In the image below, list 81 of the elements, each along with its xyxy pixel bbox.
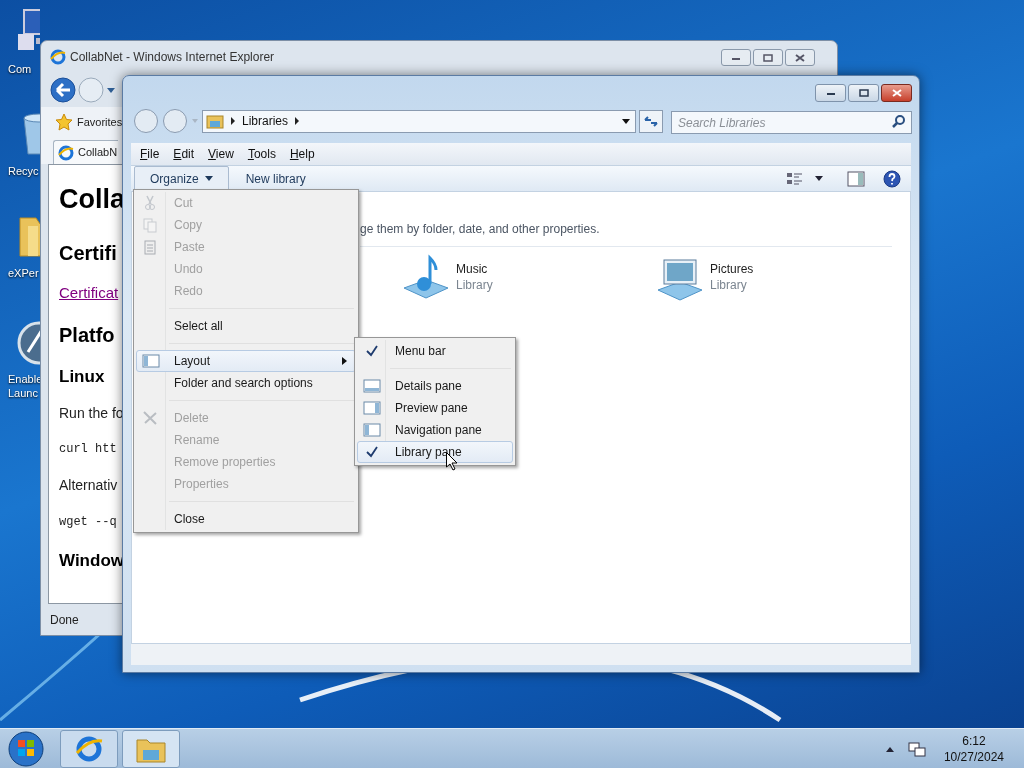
dropdown-arrow-icon[interactable] bbox=[815, 176, 823, 181]
menu-item[interactable]: Select all bbox=[136, 315, 356, 337]
icon-label: eXPer bbox=[8, 266, 39, 280]
details-pane-icon bbox=[363, 378, 381, 394]
paragraph: Alternativ bbox=[59, 477, 118, 495]
dropdown-arrow-icon[interactable] bbox=[621, 117, 631, 125]
view-options-icon[interactable] bbox=[786, 170, 804, 187]
new-library-button[interactable]: New library bbox=[244, 169, 307, 188]
code-line: wget --q bbox=[59, 514, 117, 530]
section-heading: Certifi bbox=[59, 240, 117, 266]
browser-logo-icon bbox=[75, 734, 103, 763]
browser-logo-icon bbox=[50, 49, 66, 65]
maximize-button[interactable] bbox=[848, 84, 879, 102]
close-button[interactable] bbox=[881, 84, 912, 102]
description-text: ge them by folder, date, and other properties. bbox=[360, 221, 600, 238]
status-text: Done bbox=[50, 612, 79, 629]
organize-button[interactable]: Organize bbox=[134, 166, 229, 191]
checkmark-icon bbox=[366, 345, 378, 357]
close-button[interactable] bbox=[785, 49, 815, 66]
caret-icon bbox=[204, 176, 213, 181]
page-link[interactable]: Certificat bbox=[59, 283, 119, 303]
minimize-button[interactable] bbox=[721, 49, 751, 66]
section-heading: Platfo bbox=[59, 322, 115, 348]
star-icon bbox=[55, 113, 73, 131]
layout-icon bbox=[142, 353, 160, 369]
library-name[interactable]: Music bbox=[456, 261, 493, 277]
search-field[interactable]: Search Libraries bbox=[671, 111, 912, 134]
subsection-heading: Linux bbox=[59, 365, 105, 387]
menu-item[interactable]: Edit bbox=[173, 145, 195, 163]
menu-item[interactable]: Tools bbox=[247, 145, 276, 163]
clock-date[interactable]: 10/27/2024 bbox=[943, 748, 1004, 765]
clock-time[interactable]: 6:12 bbox=[962, 732, 986, 749]
library-type: Library bbox=[710, 277, 748, 293]
code-line: curl htt bbox=[59, 442, 117, 458]
back-button[interactable] bbox=[50, 77, 76, 103]
close-icon bbox=[891, 89, 902, 97]
menu-item[interactable]: Details pane bbox=[357, 375, 513, 397]
chevron-icon bbox=[294, 117, 301, 125]
library-type: Library bbox=[456, 277, 493, 293]
start-button[interactable] bbox=[6, 728, 46, 768]
browser-tab[interactable]: CollabN bbox=[53, 140, 119, 164]
maximize-icon bbox=[763, 53, 773, 62]
window-title: CollabNet - Windows Internet Explorer bbox=[70, 49, 275, 66]
navigation-pane-icon bbox=[363, 422, 381, 438]
menu-item[interactable]: Navigation pane bbox=[357, 419, 513, 441]
checkmark-icon bbox=[366, 446, 378, 458]
icon-label: Recyc bbox=[8, 164, 39, 178]
browser-logo-icon bbox=[58, 144, 74, 161]
refresh-button[interactable] bbox=[639, 109, 663, 133]
subsection-heading: Window bbox=[59, 549, 124, 571]
maximize-icon bbox=[858, 89, 869, 97]
minimize-button[interactable] bbox=[815, 84, 846, 102]
maximize-button[interactable] bbox=[753, 49, 783, 66]
chevron-icon bbox=[230, 117, 236, 125]
copy-icon bbox=[142, 217, 160, 233]
menu-item[interactable]: Close bbox=[136, 508, 356, 530]
menu-item[interactable]: Preview pane bbox=[357, 397, 513, 419]
icon-label: Com bbox=[8, 62, 32, 76]
library-name[interactable]: Pictures bbox=[710, 261, 754, 277]
address-bar[interactable]: Libraries bbox=[202, 109, 636, 133]
taskbar-button[interactable] bbox=[60, 729, 118, 768]
menu-item[interactable]: File bbox=[140, 145, 160, 163]
preview-pane-icon[interactable] bbox=[847, 170, 865, 187]
network-icon[interactable] bbox=[907, 739, 926, 758]
menu-item[interactable]: View bbox=[208, 145, 234, 163]
submenu-arrow-icon bbox=[342, 357, 347, 365]
page-heading: Colla bbox=[59, 183, 125, 216]
icon-label: Launc bbox=[8, 386, 38, 400]
help-icon[interactable] bbox=[883, 169, 901, 188]
minimize-icon bbox=[825, 90, 836, 96]
show-hidden-icons-button[interactable] bbox=[885, 745, 894, 752]
search-icon bbox=[892, 113, 906, 128]
menu-item[interactable]: Menu bar bbox=[357, 340, 513, 362]
menu-item[interactable]: Layout bbox=[136, 350, 356, 372]
library-icon bbox=[206, 113, 224, 129]
favorites-button[interactable]: Favorites bbox=[77, 113, 123, 131]
menu-item[interactable]: Folder and search options bbox=[136, 372, 356, 394]
close-icon bbox=[795, 53, 805, 62]
preview-pane-icon bbox=[363, 400, 381, 416]
menu-item[interactable]: Help bbox=[289, 145, 315, 163]
breadcrumb-item[interactable]: Libraries bbox=[242, 112, 289, 130]
